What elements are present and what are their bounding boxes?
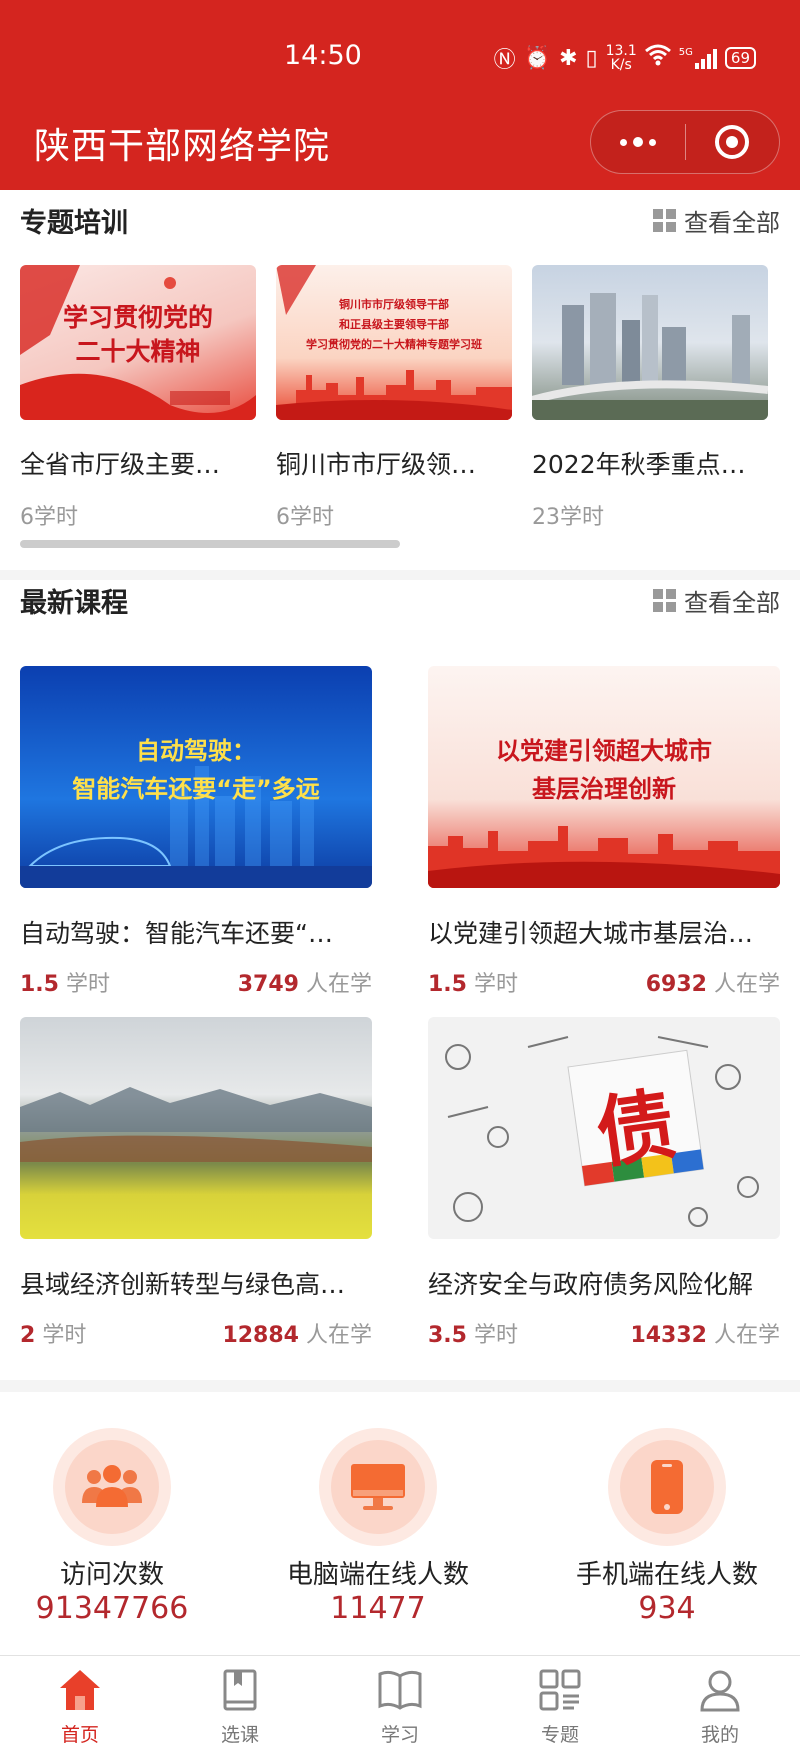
people-icon xyxy=(82,1465,142,1507)
topic-title: 全省市厅级主要… xyxy=(20,450,221,479)
topics-header: 专题培训 查看全部 xyxy=(20,200,780,240)
grid-icon xyxy=(653,208,676,232)
stat-value: 11477 xyxy=(330,1591,426,1626)
course-learners: 6932 人在学 xyxy=(645,972,780,997)
stat-value: 91347766 xyxy=(35,1591,189,1626)
course-card[interactable]: 自动驾驶： 智能汽车还要“走”多远 自动驾驶：智能汽车还要“… 1.5 学时 3… xyxy=(20,666,372,998)
status-icons: Ⓝ ⏰ ✱ ▯ 13.1 K/s 5G 69 xyxy=(494,42,756,74)
debt-character: 债 xyxy=(591,1079,681,1180)
tab-me[interactable]: 我的 xyxy=(640,1656,800,1760)
course-card[interactable]: 县域经济创新转型与绿色高… 2 学时 12884 人在学 xyxy=(20,1017,372,1349)
grid-icon xyxy=(653,588,676,612)
bluetooth-icon: ✱ xyxy=(559,45,578,71)
stat-label: 电脑端在线人数 xyxy=(286,1560,469,1590)
app-title: 陕西干部网络学院 xyxy=(34,126,331,167)
home-icon xyxy=(60,1670,100,1710)
course-meta: 1.5 学时 3749 人在学 xyxy=(20,966,372,998)
signal-icon: 5G xyxy=(679,47,717,69)
courses-title: 最新课程 xyxy=(20,587,128,619)
battery-icon: 69 xyxy=(724,47,756,69)
course-meta: 1.5 学时 6932 人在学 xyxy=(428,966,780,998)
topic-card[interactable]: 学习贯彻党的 二十大精神 全省市厅级主要… 6学时 xyxy=(20,265,256,531)
monitor-icon xyxy=(351,1464,405,1510)
topics-view-all[interactable]: 查看全部 xyxy=(653,203,780,238)
topic-title: 2022年秋季重点… xyxy=(532,450,746,479)
stat-value: 934 xyxy=(638,1591,696,1626)
courses-view-all[interactable]: 查看全部 xyxy=(653,583,780,618)
courses-header: 最新课程 查看全部 xyxy=(20,580,780,620)
stat-mobile-online: 手机端在线人数 934 xyxy=(537,1428,797,1626)
course-hours: 1.5 学时 xyxy=(20,972,110,997)
stats-section: 访问次数 91347766 电脑端在线人数 11477 手机端在线人数 934 xyxy=(0,1392,800,1655)
app-header: 14:50 Ⓝ ⏰ ✱ ▯ 13.1 K/s 5G 69 陕西干部网络学院 xyxy=(0,0,800,190)
topics-title: 专题培训 xyxy=(20,207,128,239)
course-card[interactable]: 以党建引领超大城市 基层治理创新 以党建引领超大城市基层治… 1.5 学时 69… xyxy=(428,666,780,998)
topics-section: 专题培训 查看全部 学习贯彻党的 二十大精神 全省市厅级主要… 6学时 铜川市市… xyxy=(0,190,800,570)
topic-thumbnail xyxy=(532,265,768,420)
course-thumbnail: 债 xyxy=(428,1017,780,1239)
close-miniapp-button[interactable] xyxy=(686,111,780,173)
target-icon xyxy=(715,125,750,159)
user-icon xyxy=(700,1670,740,1712)
carousel-scrollbar[interactable] xyxy=(20,540,400,548)
miniapp-capsule xyxy=(590,110,780,174)
grid-list-icon xyxy=(539,1669,581,1711)
topic-card[interactable]: 铜川市市厅级领导干部 和正县级主要领导干部 学习贯彻党的二十大精神专题学习班 铜… xyxy=(276,265,512,531)
topic-hours: 6学时 xyxy=(276,505,334,530)
tab-study[interactable]: 学习 xyxy=(320,1656,480,1760)
stat-label: 手机端在线人数 xyxy=(575,1560,758,1590)
course-card[interactable]: 债 经济安全与政府债务风险化解 3.5 学时 14332 人在学 xyxy=(428,1017,780,1349)
alarm-icon: ⏰ xyxy=(523,45,552,71)
course-thumbnail xyxy=(20,1017,372,1239)
course-learners: 14332 人在学 xyxy=(630,1323,780,1348)
book-icon xyxy=(223,1669,257,1711)
course-hours: 3.5 学时 xyxy=(428,1323,518,1348)
course-learners: 12884 人在学 xyxy=(222,1323,372,1348)
net-speed: 13.1 K/s xyxy=(605,43,637,73)
open-book-icon xyxy=(378,1670,422,1710)
course-hours: 2 学时 xyxy=(20,1323,87,1348)
more-dots-icon xyxy=(619,137,656,147)
course-learners: 3749 人在学 xyxy=(237,972,372,997)
course-meta: 3.5 学时 14332 人在学 xyxy=(428,1317,780,1349)
stat-visits: 访问次数 91347766 xyxy=(0,1428,242,1626)
tab-home[interactable]: 首页 xyxy=(0,1656,160,1760)
courses-section: 最新课程 查看全部 自动驾驶： 智能汽车还要“走”多远 自动驾驶：智能汽车还要“… xyxy=(0,580,800,1380)
course-title: 县域经济创新转型与绿色高… xyxy=(20,1270,346,1299)
bottom-tab-bar: 首页 选课 学习 专题 我的 xyxy=(0,1655,800,1760)
topic-card[interactable]: 2022年秋季重点… 23学时 xyxy=(532,265,768,531)
wifi-icon xyxy=(644,44,671,72)
course-title: 自动驾驶：智能汽车还要“… xyxy=(20,919,333,948)
nfc-icon: Ⓝ xyxy=(493,48,516,73)
course-title: 以党建引领超大城市基层治… xyxy=(428,919,754,948)
topic-thumbnail: 学习贯彻党的 二十大精神 xyxy=(20,265,256,420)
course-hours: 1.5 学时 xyxy=(428,972,518,997)
course-meta: 2 学时 12884 人在学 xyxy=(20,1317,372,1349)
course-thumbnail: 以党建引领超大城市 基层治理创新 xyxy=(428,666,780,888)
course-thumbnail: 自动驾驶： 智能汽车还要“走”多远 xyxy=(20,666,372,888)
course-title: 经济安全与政府债务风险化解 xyxy=(428,1270,754,1299)
more-button[interactable] xyxy=(591,111,685,173)
stat-pc-online: 电脑端在线人数 11477 xyxy=(248,1428,508,1626)
topic-title: 铜川市市厅级领… xyxy=(276,450,477,479)
topic-thumbnail: 铜川市市厅级领导干部 和正县级主要领导干部 学习贯彻党的二十大精神专题学习班 xyxy=(276,265,512,420)
stat-label: 访问次数 xyxy=(59,1560,164,1590)
tab-topics[interactable]: 专题 xyxy=(480,1656,640,1760)
vibrate-icon: ▯ xyxy=(585,45,598,71)
topic-hours: 23学时 xyxy=(532,505,604,530)
tab-courses[interactable]: 选课 xyxy=(160,1656,320,1760)
status-time: 14:50 xyxy=(284,40,362,71)
phone-icon xyxy=(651,1460,683,1514)
topic-hours: 6学时 xyxy=(20,505,78,530)
